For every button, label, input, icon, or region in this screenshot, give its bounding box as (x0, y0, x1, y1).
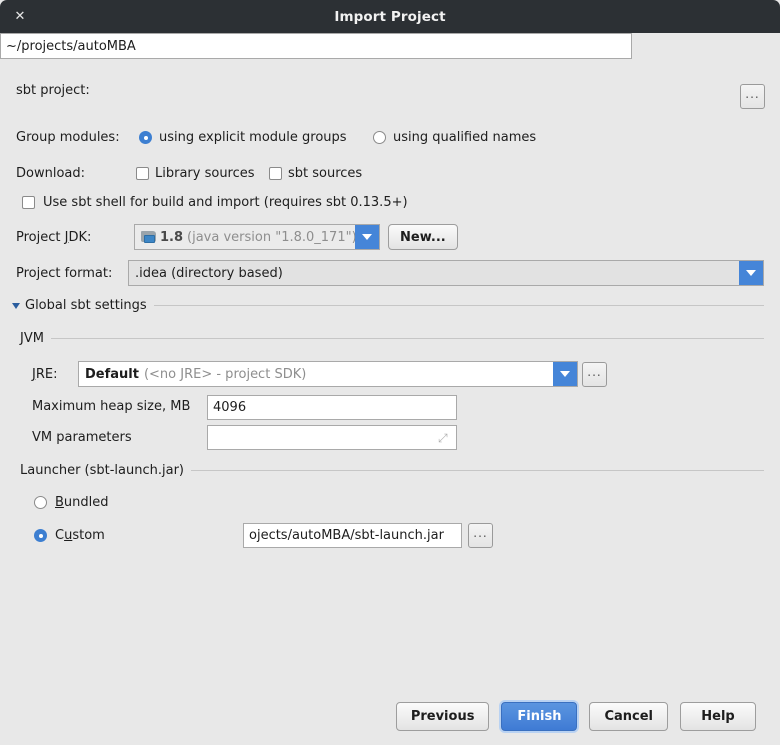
radio-qualified-names[interactable]: using qualified names (373, 130, 536, 145)
jre-combo[interactable]: Default (<no JRE> - project SDK) (78, 361, 578, 387)
finish-button[interactable]: Finish (501, 702, 578, 731)
vm-parameters-label: VM parameters (32, 430, 132, 445)
custom-launcher-path-input[interactable]: ojects/autoMBA/sbt-launch.jar (243, 523, 462, 548)
radio-custom[interactable]: Custom (34, 528, 105, 543)
custom-launcher-path-value: ojects/autoMBA/sbt-launch.jar (249, 528, 444, 543)
ellipsis-icon: ... (745, 86, 760, 101)
radio-explicit-groups[interactable]: using explicit module groups (139, 130, 347, 145)
radio-qualified-names-label: using qualified names (393, 130, 537, 145)
launcher-label: Launcher (sbt-launch.jar) (20, 463, 185, 478)
launcher-section: Launcher (sbt-launch.jar) (20, 463, 764, 478)
checkbox-library-sources-indicator[interactable] (136, 167, 149, 180)
checkbox-sbt-sources-label: sbt sources (288, 166, 363, 181)
global-sbt-settings-section: Global sbt settings (12, 298, 764, 313)
project-format-row: Project format: (16, 266, 112, 281)
dialog-body: sbt project: ~/projects/autoMBA ... Grou… (0, 33, 780, 745)
checkbox-library-sources-label: Library sources (155, 166, 255, 181)
jvm-section: JVM (20, 331, 764, 346)
radio-custom-indicator[interactable] (34, 529, 47, 542)
checkbox-use-sbt-shell-indicator[interactable] (22, 196, 35, 209)
help-button[interactable]: Help (680, 702, 756, 731)
project-jdk-detail: (java version "1.8.0_171") (187, 229, 355, 245)
jre-label: JRE: (32, 367, 58, 382)
close-icon[interactable]: ✕ (9, 6, 31, 28)
project-format-dropdown-arrow-icon[interactable] (739, 261, 763, 285)
max-heap-input[interactable]: 4096 (207, 395, 457, 420)
window-title: Import Project (334, 8, 446, 25)
radio-explicit-groups-indicator[interactable] (139, 131, 152, 144)
section-divider (153, 305, 764, 306)
vm-parameters-row: VM parameters (32, 430, 132, 445)
sbt-project-value: ~/projects/autoMBA (6, 38, 136, 54)
checkbox-library-sources[interactable]: Library sources (136, 166, 255, 181)
new-jdk-button[interactable]: New... (388, 224, 458, 250)
project-jdk-version: 1.8 (160, 229, 184, 245)
radio-qualified-names-indicator[interactable] (373, 131, 386, 144)
radio-custom-label: Custom (55, 528, 105, 543)
checkbox-use-sbt-shell-label: Use sbt shell for build and import (requ… (43, 195, 408, 210)
jre-detail: (<no JRE> - project SDK) (143, 366, 307, 382)
max-heap-label: Maximum heap size, MB (32, 399, 191, 414)
previous-button[interactable]: Previous (395, 702, 490, 731)
jre-browse-button[interactable]: ... (582, 362, 607, 387)
jre-dropdown-arrow-icon[interactable] (553, 362, 577, 386)
project-format-combo-value: .idea (directory based) (129, 261, 739, 285)
download-label: Download: (16, 166, 85, 181)
cancel-button[interactable]: Cancel (589, 702, 668, 731)
project-jdk-label: Project JDK: (16, 230, 92, 245)
global-sbt-settings-label: Global sbt settings (25, 298, 147, 313)
project-format-label: Project format: (16, 266, 113, 281)
jre-row: JRE: (32, 367, 57, 382)
checkbox-sbt-sources[interactable]: sbt sources (269, 166, 362, 181)
launcher-divider (191, 470, 764, 471)
checkbox-sbt-sources-indicator[interactable] (269, 167, 282, 180)
title-bar: ✕ Import Project (0, 0, 780, 33)
sbt-project-row: sbt project: (16, 83, 90, 98)
vm-parameters-input[interactable]: ⤢ (207, 425, 457, 450)
collapse-triangle-icon[interactable] (12, 302, 20, 309)
project-jdk-combo-value: 1.8 (java version "1.8.0_171") (135, 225, 355, 249)
project-format-combo[interactable]: .idea (directory based) (128, 260, 764, 286)
project-jdk-dropdown-arrow-icon[interactable] (355, 225, 379, 249)
max-heap-row: Maximum heap size, MB (32, 399, 190, 414)
download-row: Download: (16, 166, 85, 181)
radio-explicit-groups-label: using explicit module groups (159, 130, 347, 145)
radio-bundled-label: Bundled (55, 495, 109, 510)
project-jdk-combo[interactable]: 1.8 (java version "1.8.0_171") (134, 224, 380, 250)
ellipsis-icon: ... (473, 525, 488, 540)
checkbox-use-sbt-shell[interactable]: Use sbt shell for build and import (requ… (22, 195, 408, 210)
custom-launcher-browse-button[interactable]: ... (468, 523, 493, 548)
jvm-divider (50, 338, 764, 339)
jre-combo-value: Default (<no JRE> - project SDK) (79, 362, 553, 386)
sbt-project-browse-button[interactable]: ... (740, 84, 765, 109)
jvm-label: JVM (20, 331, 44, 346)
group-modules-label: Group modules: (16, 130, 120, 145)
button-bar: Previous Finish Cancel Help (0, 702, 780, 731)
jre-value: Default (85, 366, 139, 382)
sbt-project-label: sbt project: (16, 83, 90, 98)
jdk-folder-icon (141, 230, 156, 244)
ellipsis-icon: ... (587, 364, 602, 379)
sbt-project-input[interactable]: ~/projects/autoMBA (0, 33, 632, 59)
project-jdk-row: Project JDK: (16, 230, 91, 245)
expand-icon[interactable]: ⤢ (438, 432, 450, 444)
radio-bundled-indicator[interactable] (34, 496, 47, 509)
radio-bundled[interactable]: Bundled (34, 495, 109, 510)
group-modules-row: Group modules: (16, 130, 120, 145)
max-heap-value: 4096 (213, 400, 247, 415)
